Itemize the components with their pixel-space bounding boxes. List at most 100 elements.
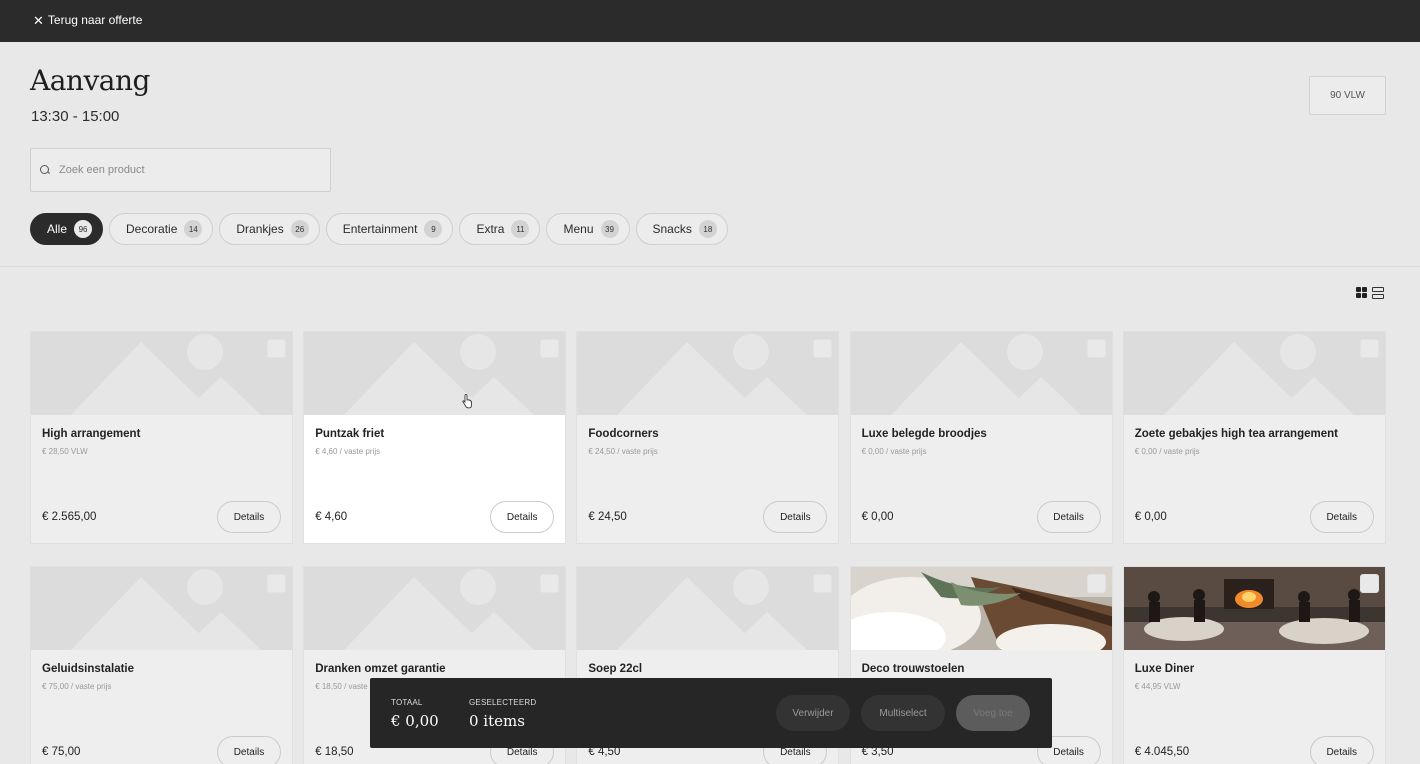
filter-chip-drankjes[interactable]: Drankjes 26: [219, 213, 320, 245]
product-unit-price: € 24,50 / vaste prijs: [588, 447, 658, 456]
filter-chip-alle[interactable]: Alle 96: [30, 213, 104, 245]
close-icon: ✕: [33, 12, 44, 28]
product-name: Deco trouwstoelen: [861, 663, 965, 675]
image-placeholder-icon: [1123, 332, 1385, 415]
product-name: Puntzak friet: [315, 428, 385, 440]
select-checkbox[interactable]: [813, 574, 833, 593]
product-card[interactable]: Luxe belegde broodjes € 0,00 / vaste prij…: [849, 331, 1113, 544]
product-image: [850, 567, 1112, 650]
product-name: Luxe belegde broodjes: [861, 428, 987, 440]
product-unit-price: € 4,60 / vaste prijs: [315, 447, 381, 456]
select-checkbox[interactable]: [813, 339, 833, 358]
back-to-quote-link[interactable]: ✕ Terug naar offerte: [33, 13, 142, 27]
product-unit-price: € 44,95 VLW: [1134, 682, 1181, 691]
product-card[interactable]: Zoete gebakjes high tea arrangement € 0,0…: [1122, 331, 1386, 544]
details-button[interactable]: Details: [217, 736, 281, 764]
filter-chip-count: 18: [698, 220, 717, 238]
product-name: Geluidsinstalatie: [42, 663, 135, 675]
product-price: € 2.565,00: [42, 511, 97, 523]
select-checkbox[interactable]: [1086, 574, 1106, 593]
product-name: Zoete gebakjes high tea arrangement: [1134, 428, 1338, 440]
select-checkbox[interactable]: [540, 574, 560, 593]
filter-chip-label: Decoratie: [126, 222, 178, 236]
time-range: 13:30 - 15:00: [31, 108, 120, 125]
product-price: € 4,60: [315, 511, 348, 523]
search-input[interactable]: [59, 164, 309, 176]
grid-view-icon[interactable]: [1356, 287, 1367, 298]
product-unit-price: € 28,50 VLW: [42, 447, 88, 456]
product-card[interactable]: Geluidsinstalatie € 75,00 / vaste prijs € …: [30, 566, 293, 764]
view-toggle: [1356, 287, 1384, 299]
image-placeholder-icon: [577, 332, 839, 415]
details-button[interactable]: Details: [1309, 501, 1374, 533]
category-filters: Alle 96 Decoratie 14 Drankjes 26 Entertainment…: [30, 213, 728, 245]
select-checkbox[interactable]: [1359, 574, 1379, 593]
product-price: € 24,50: [588, 511, 627, 523]
select-checkbox[interactable]: [1359, 339, 1379, 358]
filter-chip-count: 26: [290, 220, 309, 238]
pointer-cursor-icon: [462, 394, 472, 409]
product-unit-price: € 75,00 / vaste prijs: [42, 682, 112, 691]
back-link-label: Terug naar offerte: [47, 13, 143, 27]
select-checkbox[interactable]: [267, 339, 286, 358]
remove-button[interactable]: Verwijder: [776, 695, 850, 731]
list-view-icon[interactable]: [1372, 287, 1384, 299]
search-box: [30, 148, 331, 192]
filter-chip-label: Extra: [476, 222, 505, 236]
image-placeholder-icon: [31, 332, 292, 415]
image-placeholder-icon: [31, 567, 292, 650]
product-price: € 18,50: [315, 746, 354, 758]
selected-value: 0 items: [469, 712, 525, 730]
select-checkbox[interactable]: [540, 339, 560, 358]
multiselect-button[interactable]: Multiselect: [861, 695, 945, 731]
filter-chip-label: Alle: [47, 222, 68, 236]
product-price: € 0,00: [1134, 511, 1167, 523]
filter-chip-entertainment[interactable]: Entertainment 9: [325, 213, 454, 245]
image-placeholder-icon: [304, 567, 566, 650]
select-checkbox[interactable]: [1086, 339, 1106, 358]
details-button[interactable]: Details: [763, 501, 828, 533]
filter-chip-menu[interactable]: Menu 39: [546, 213, 630, 245]
page-title: Aanvang: [30, 64, 150, 97]
product-name: Dranken omzet garantie: [315, 663, 446, 675]
product-name: Foodcorners: [588, 428, 659, 440]
product-image: [1123, 567, 1385, 650]
product-card[interactable]: Luxe Diner € 44,95 VLW € 4.045,50 Details: [1122, 566, 1386, 764]
filter-chip-label: Drankjes: [236, 222, 284, 236]
total-value: € 0,00: [391, 712, 439, 730]
product-unit-price: € 0,00 / vaste prijs: [1134, 447, 1200, 456]
filter-chip-count: 14: [184, 220, 203, 238]
product-name: Soep 22cl: [588, 663, 643, 675]
filter-chip-count: 96: [74, 220, 93, 238]
search-icon: [40, 165, 50, 175]
product-unit-price: € 0,00 / vaste prijs: [861, 447, 927, 456]
top-bar: ✕ Terug naar offerte: [0, 0, 1420, 42]
filter-chip-count: 39: [600, 220, 619, 238]
product-card[interactable]: Puntzak friet € 4,60 / vaste prijs € 4,60 D…: [303, 331, 567, 544]
product-price: € 75,00: [42, 746, 81, 758]
product-price: € 4.045,50: [1134, 746, 1190, 758]
filter-chip-label: Snacks: [652, 222, 692, 236]
product-name: Luxe Diner: [1134, 663, 1195, 675]
filter-chip-count: 9: [424, 220, 443, 238]
details-button[interactable]: Details: [217, 501, 281, 533]
filter-chip-count: 11: [511, 220, 530, 238]
details-button[interactable]: Details: [1036, 501, 1101, 533]
product-price: € 0,00: [861, 511, 894, 523]
product-name: High arrangement: [42, 428, 141, 440]
add-button[interactable]: Voeg toe: [956, 695, 1030, 731]
product-card[interactable]: Foodcorners € 24,50 / vaste prijs € 24,50 D…: [576, 331, 840, 544]
selected-label: GESELECTEERD: [469, 698, 537, 707]
filter-chip-extra[interactable]: Extra 11: [459, 213, 541, 245]
select-checkbox[interactable]: [267, 574, 286, 593]
image-placeholder-icon: [850, 332, 1112, 415]
details-button[interactable]: Details: [490, 501, 555, 533]
guest-count-box[interactable]: 90 VLW: [1309, 76, 1386, 115]
total-label: TOTAAL: [391, 698, 423, 707]
product-card[interactable]: High arrangement € 28,50 VLW € 2.565,00 Det…: [30, 331, 293, 544]
details-button[interactable]: Details: [1309, 736, 1374, 764]
filter-chip-decoratie[interactable]: Decoratie 14: [109, 213, 214, 245]
filter-chip-snacks[interactable]: Snacks 18: [635, 213, 728, 245]
filter-chip-label: Entertainment: [342, 222, 418, 236]
image-placeholder-icon: [577, 567, 839, 650]
